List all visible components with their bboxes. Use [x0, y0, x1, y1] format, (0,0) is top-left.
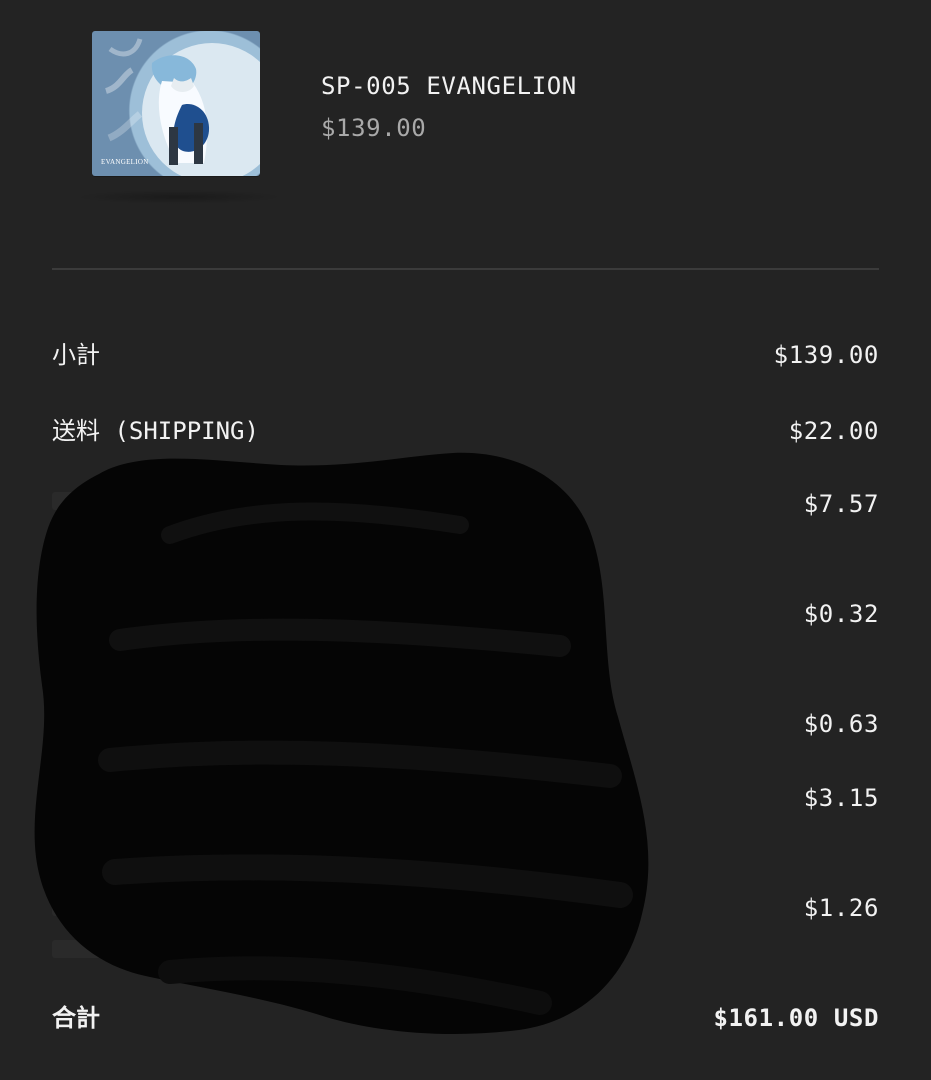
redacted-fee-amount: $0.63 [803, 710, 879, 738]
product-title[interactable]: SP-005 EVANGELION [321, 72, 577, 100]
product-thumbnail: EVANGELION [92, 31, 260, 176]
shipping-label: 送料 (SHIPPING) [52, 417, 259, 445]
total-row: 合計 $161.00 USD [52, 998, 879, 1038]
redacted-fee-amount: $0.32 [803, 600, 879, 628]
redacted-fee-row: $0.32 [52, 594, 879, 634]
product-price: $139.00 [321, 114, 427, 142]
subtotal-row: 小計 $139.00 [52, 335, 879, 375]
redacted-fee-row: $3.15 [52, 778, 879, 818]
redacted-fee-amount: $1.26 [803, 894, 879, 922]
redacted-fee-row: $1.26 [52, 888, 879, 928]
redacted-fee-row: $7.57 [52, 484, 879, 524]
total-amount: $161.00 USD [713, 1004, 879, 1032]
redacted-text-line [52, 534, 232, 552]
summary-divider [52, 268, 879, 270]
redacted-fee-amount: $3.15 [803, 784, 879, 812]
shipping-amount: $22.00 [788, 417, 879, 445]
cart-product-row: EVANGELION SP-005 EVANGELION $139.00 [0, 0, 931, 240]
subtotal-label: 小計 [52, 341, 100, 369]
redacted-fee-amount: $7.57 [803, 490, 879, 518]
redacted-text-line [52, 830, 402, 848]
redacted-fee-row: $0.63 [52, 704, 879, 744]
subtotal-amount: $139.00 [773, 341, 879, 369]
total-label: 合計 [52, 1004, 100, 1032]
product-thumbnail-logo-text: EVANGELION [101, 158, 149, 166]
redacted-text-line [52, 645, 162, 663]
redacted-text-line [52, 940, 202, 958]
product-thumbnail-shadow [74, 190, 284, 204]
shipping-row: 送料 (SHIPPING) $22.00 [52, 411, 879, 451]
